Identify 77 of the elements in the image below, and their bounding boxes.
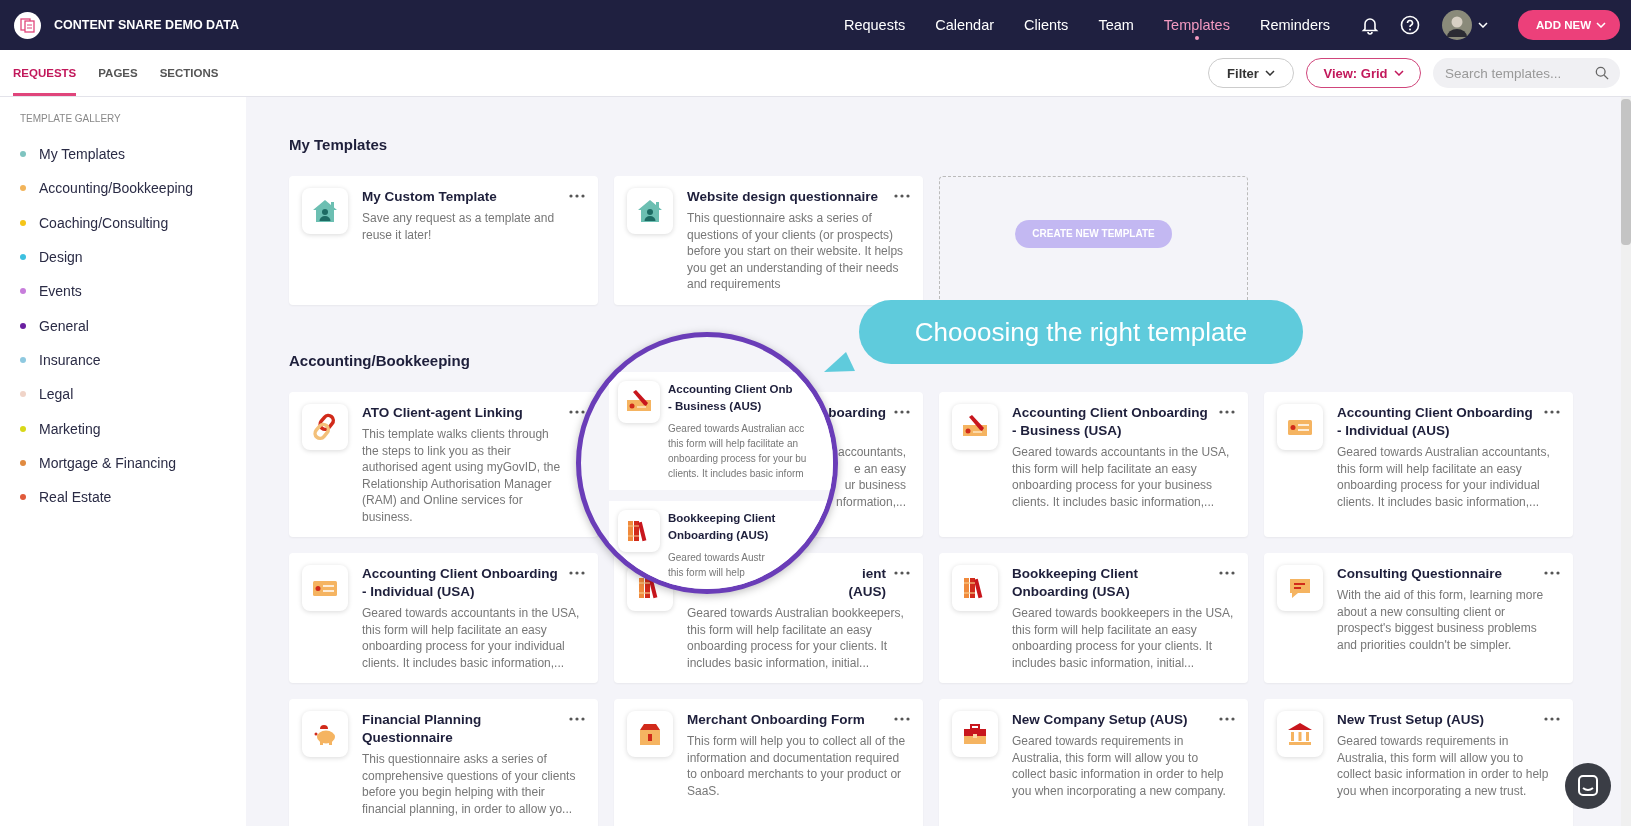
template-description: This questionnaire asks a series of questions of your clients (or prospects) before you start on their website. It helps you get an understanding of their needs and requirements — [687, 210, 905, 293]
zoomed-description-line: this form will help facilitate an — [668, 437, 799, 451]
template-description: Geared towards Australian bookkeepers, this form will help facilitate an easy onboarding process for your clients. It includes basic information, initial... — [687, 605, 905, 671]
app-title: CONTENT SNARE DEMO DATA — [54, 18, 239, 32]
template-description-fragment: e an easy — [853, 460, 906, 477]
template-title: Website design questionnaire — [687, 188, 879, 206]
category-link[interactable]: Events — [20, 274, 246, 309]
zoomed-title-line: Onboarding (AUS) — [668, 528, 769, 543]
template-card[interactable]: New Trust Setup (AUS) Geared towards requirements in Australia, this form will allow you to collect basic information in order to help you when incorporating a new trust. — [1264, 699, 1573, 826]
nav-link[interactable]: Requests — [843, 9, 906, 41]
template-title: Merchant Onboarding Form — [687, 711, 865, 729]
template-title: New Trust Setup (AUS) — [1337, 711, 1484, 729]
template-description: Save any request as a template and reuse it later! — [362, 210, 556, 243]
nav-link[interactable]: Templates — [1163, 9, 1230, 41]
template-card[interactable]: New Company Setup (AUS) Geared towards requirements in Australia, this form will allow you to collect basic information in order to help you when incorporating a new company. — [939, 699, 1248, 826]
template-description: Geared towards bookkeepers in the USA, this form will help facilitate an easy onboarding process for your clients. It includes basic information, initial... — [1012, 605, 1235, 671]
template-title: Consulting Questionnaire — [1337, 565, 1502, 583]
template-title-fragment: (AUS) — [848, 583, 886, 601]
category-link[interactable]: General — [20, 308, 246, 343]
category-link[interactable]: Real Estate — [20, 479, 246, 515]
section-heading: My Templates — [289, 136, 388, 155]
sidebar-heading: TEMPLATE GALLERY — [20, 113, 122, 124]
template-title: My Custom Template — [362, 188, 497, 206]
template-title-fragment: ient — [862, 565, 886, 583]
zoomed-description-line: clients. It includes basic inform — [668, 467, 804, 481]
zoomed-title-line: - Business (AUS) — [668, 399, 762, 414]
zoomed-description-line: this form will help — [668, 566, 745, 580]
zoomed-description-line: Geared towards Austr — [668, 551, 765, 565]
template-description-fragment: nformation,... — [835, 493, 906, 510]
template-description-fragment: ur business — [844, 477, 906, 494]
nav-link[interactable]: Reminders — [1259, 9, 1331, 41]
category-link[interactable]: Legal — [20, 377, 246, 412]
template-title: Bookkeeping Client Onboarding (USA) — [1012, 565, 1139, 601]
template-description: This questionnaire asks a series of comprehensive questions of your clients before you begin helping with their financial planning, in order to allow yo... — [362, 751, 577, 817]
template-description: With the aid of this form, learning more about a new consulting client or prospect's biggest business problems and priorities couldn't be simpler. — [1337, 587, 1545, 653]
filter-button[interactable]: Filter — [1208, 58, 1294, 88]
category-link[interactable]: Accounting/Bookkeeping — [20, 171, 246, 206]
template-description-fragment: accountants, — [837, 444, 906, 461]
category-link[interactable]: Insurance — [20, 342, 246, 378]
callout-bubble: Chooosing the right template — [859, 300, 1303, 364]
template-title: Accounting Client Onboarding - Individual (AUS) — [1337, 404, 1534, 440]
template-card[interactable]: Bookkeeping Client Onboarding (USA) Geared towards bookkeepers in the USA, this form will help facilitate an easy onboarding process for your clients. It includes basic information, initial... — [939, 553, 1248, 683]
template-description: Geared towards requirements in Australia, this form will allow you to collect basic information in order to help you when incorporating a new trust. — [1337, 733, 1550, 799]
template-description: Geared towards Australian accountants, this form will help facilitate an easy onboarding process for your individual clients. It includes basic information,... — [1337, 444, 1551, 510]
zoomed-description-line: onboarding process for your bu — [668, 452, 807, 466]
zoomed-title-line: Bookkeeping Client — [668, 511, 776, 526]
template-card[interactable]: My Custom Template Save any request as a template and reuse it later! — [289, 176, 598, 305]
nav-link[interactable]: Clients — [1024, 9, 1069, 41]
zoomed-title-line: Accounting Client Onb — [668, 382, 793, 397]
nav-link[interactable]: Calendar — [935, 9, 995, 41]
category-link[interactable]: My Templates — [20, 137, 246, 172]
template-title: New Company Setup (AUS) — [1012, 711, 1188, 729]
search-field[interactable]: Search templates... — [1433, 58, 1620, 88]
template-title: Accounting Client Onboarding - Individual (USA) — [362, 565, 559, 601]
add-new-button[interactable]: ADD NEW — [1518, 10, 1620, 40]
template-title: Accounting Client Onboarding - Business (USA) — [1012, 404, 1209, 440]
zoomed-description-line: Geared towards Australian acc — [668, 422, 805, 436]
section-heading: Accounting/Bookkeeping — [289, 352, 470, 371]
template-title: Financial Planning Questionnaire — [362, 711, 483, 747]
category-link[interactable]: Mortgage & Financing — [20, 445, 246, 480]
section-tab[interactable]: SECTIONS — [159, 50, 219, 96]
view-mode-button[interactable]: View: Grid — [1306, 58, 1421, 88]
template-description: Geared towards accountants in the USA, this form will help facilitate an easy onboarding process for your business clients. It includes basic information,... — [1012, 444, 1231, 510]
section-tab[interactable]: PAGES — [98, 50, 138, 96]
template-description: This form will help you to collect all of the information and documentation required to onboard merchants to your product or SaaS. — [687, 733, 907, 799]
template-card[interactable]: Consulting Questionnaire With the aid of this form, learning more about a new consulting client or prospect's biggest business problems and priorities couldn't be simpler. — [1264, 553, 1573, 683]
nav-link[interactable]: Team — [1098, 9, 1134, 41]
category-link[interactable]: Marketing — [20, 411, 246, 446]
template-description: Geared towards accountants in the USA, this form will help facilitate an easy onboarding process for your individual clients. It includes basic information,... — [362, 605, 581, 671]
template-title-fragment: boarding — [828, 404, 886, 422]
template-description: This template walks clients through the steps to link you as their authorised agent using myGovID, the Relationship Authorisation Manager (RAM) and Online services for business. — [362, 426, 562, 525]
template-title: ATO Client-agent Linking — [362, 404, 523, 422]
template-description: Geared towards requirements in Australia, this form will allow you to collect basic information in order to help you when incorporating a new company. — [1012, 733, 1227, 799]
category-link[interactable]: Coaching/Consulting — [20, 205, 246, 240]
category-link[interactable]: Design — [20, 239, 246, 275]
template-card[interactable]: Merchant Onboarding Form This form will help you to collect all of the information and documentation required to onboard merchants to your product or SaaS. — [614, 699, 923, 826]
template-card[interactable]: Financial Planning Questionnaire This questionnaire asks a series of comprehensive questions of your clients before you begin helping with their financial planning, in order to allow yo... — [289, 699, 598, 826]
